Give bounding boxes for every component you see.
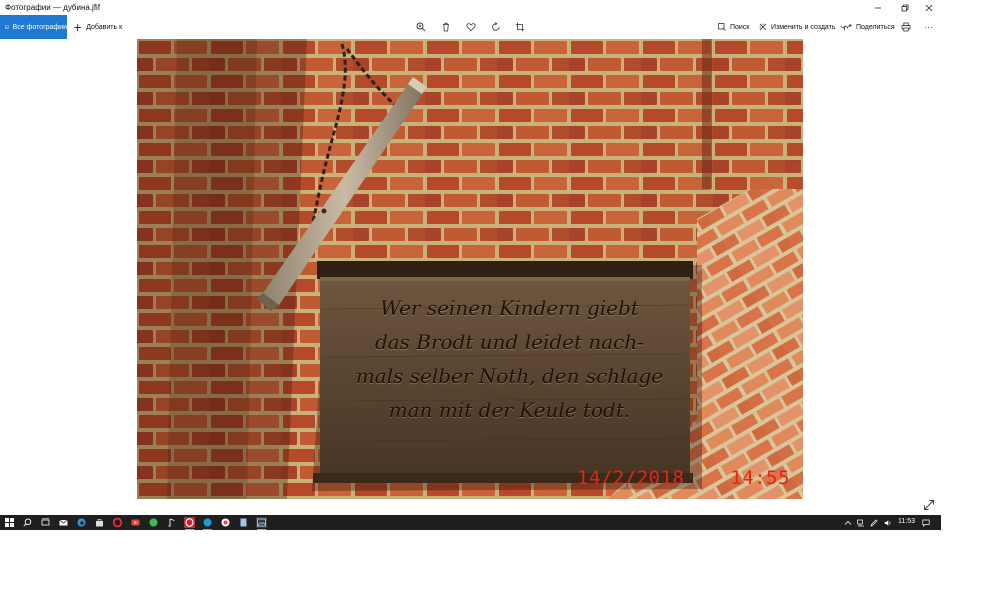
favorite-button[interactable]: [464, 20, 478, 34]
crop-icon: [515, 22, 525, 32]
minimize-icon: [875, 7, 881, 8]
tray-settings[interactable]: [869, 518, 878, 527]
plaque-inscription: Wer seinen Kindern giebt das Brodt und l…: [327, 291, 692, 427]
search-button[interactable]: Поиск: [718, 15, 749, 39]
search-icon: [23, 518, 32, 527]
yandex-browser-icon: [221, 518, 230, 527]
taskbar-mail[interactable]: [58, 517, 69, 528]
search-icon: [718, 23, 726, 31]
share-label: Поделиться: [856, 23, 895, 31]
taskbar: 11:53: [0, 515, 941, 530]
skype-icon: [203, 518, 212, 527]
heart-icon: [466, 23, 476, 32]
network-icon: [856, 519, 864, 526]
print-button[interactable]: [899, 20, 913, 34]
taskbar-opera[interactable]: [112, 517, 123, 528]
volume-icon: [884, 519, 890, 526]
store-icon: [96, 519, 103, 527]
action-center-button[interactable]: [921, 518, 930, 527]
document-icon: [240, 518, 247, 527]
rotate-icon: [492, 22, 500, 31]
more-icon: ···: [924, 22, 934, 32]
restore-button[interactable]: [892, 0, 918, 15]
edit-create-button[interactable]: Изменить и создать: [759, 15, 846, 39]
rotate-button[interactable]: [489, 20, 503, 34]
photos-icon: [5, 25, 9, 29]
taskbar-skype[interactable]: [202, 517, 213, 530]
minimize-button[interactable]: [865, 0, 891, 15]
tray-network[interactable]: [856, 518, 865, 527]
chat-icon: [149, 518, 158, 527]
taskbar-photos[interactable]: [256, 517, 267, 530]
date-stamp: 14/2/2018 14:55: [577, 467, 790, 489]
windows-logo-icon: [5, 518, 14, 527]
running-indicator: [185, 529, 194, 530]
plus-icon: +: [73, 20, 83, 34]
media-player-icon: [168, 518, 175, 527]
close-button[interactable]: [916, 0, 942, 15]
search-label: Поиск: [730, 23, 750, 31]
photos-app-window: Фотографии — дубина.jfif Все фотографии …: [0, 0, 941, 530]
window-title: Фотографии — дубина.jfif: [5, 3, 101, 12]
taskbar-edge[interactable]: [76, 517, 87, 528]
taskbar-app-player[interactable]: [166, 517, 177, 528]
chevron-up-icon: [844, 520, 851, 525]
all-photos-button[interactable]: Все фотографии: [0, 15, 67, 39]
running-indicator: [257, 529, 266, 530]
trash-icon: [443, 22, 449, 32]
share-button[interactable]: Поделиться: [844, 15, 895, 39]
expand-icon: [924, 500, 934, 510]
task-view-button[interactable]: [40, 517, 51, 528]
task-view-icon: [41, 518, 50, 526]
date-stamp-date: 14/2/2018: [577, 467, 685, 489]
opera-icon: [185, 518, 194, 527]
pen-icon: [869, 519, 877, 527]
add-to-button[interactable]: + Добавить к: [73, 15, 122, 39]
crop-button[interactable]: [513, 20, 527, 34]
tray-volume[interactable]: [883, 518, 892, 527]
taskbar-clock[interactable]: 11:53: [898, 518, 915, 525]
taskbar-app-red[interactable]: [130, 517, 141, 528]
zoom-button[interactable]: [414, 20, 428, 34]
toolbar: Все фотографии + Добавить к Поиск Измени…: [0, 15, 941, 39]
taskbar-app-active-red[interactable]: [184, 517, 195, 530]
delete-button[interactable]: [439, 20, 453, 34]
opera-icon: [113, 518, 122, 527]
share-icon: [844, 23, 852, 31]
photos-icon: [257, 518, 266, 527]
plaque-line-2: das Brodt und leidet nach-: [374, 330, 645, 354]
start-button[interactable]: [4, 517, 15, 528]
taskbar-store[interactable]: [94, 517, 105, 528]
restore-icon: [901, 4, 909, 11]
taskbar-yandex[interactable]: [220, 517, 231, 528]
brick-wall-image: [137, 39, 803, 499]
edge-icon: [77, 518, 86, 527]
plaque-line-3: mals selber Noth, den schlage: [355, 364, 664, 388]
taskbar-app-green[interactable]: [148, 517, 159, 528]
edit-create-label: Изменить и создать: [771, 23, 836, 31]
fullscreen-button[interactable]: [923, 498, 935, 510]
video-icon: [131, 519, 140, 526]
date-stamp-time: 14:55: [730, 467, 791, 489]
photo-view[interactable]: Wer seinen Kindern giebt das Brodt und l…: [137, 39, 803, 499]
all-photos-label: Все фотографии: [12, 23, 67, 31]
taskbar-document[interactable]: [238, 517, 249, 528]
tray-overflow-button[interactable]: [843, 518, 852, 527]
more-button[interactable]: ···: [924, 15, 934, 39]
taskbar-search-button[interactable]: [22, 517, 33, 528]
zoom-in-icon: [416, 22, 426, 32]
printer-icon: [901, 22, 911, 32]
notification-icon: [921, 519, 930, 527]
mail-icon: [59, 519, 68, 526]
running-indicator: [203, 529, 212, 530]
title-bar: Фотографии — дубина.jfif: [0, 0, 941, 15]
plaque-line-1: Wer seinen Kindern giebt: [380, 296, 639, 320]
plaque-line-4: man mit der Keule todt.: [388, 398, 631, 422]
add-to-label: Добавить к: [86, 23, 123, 31]
edit-create-icon: [759, 23, 767, 31]
close-icon: [925, 4, 933, 11]
